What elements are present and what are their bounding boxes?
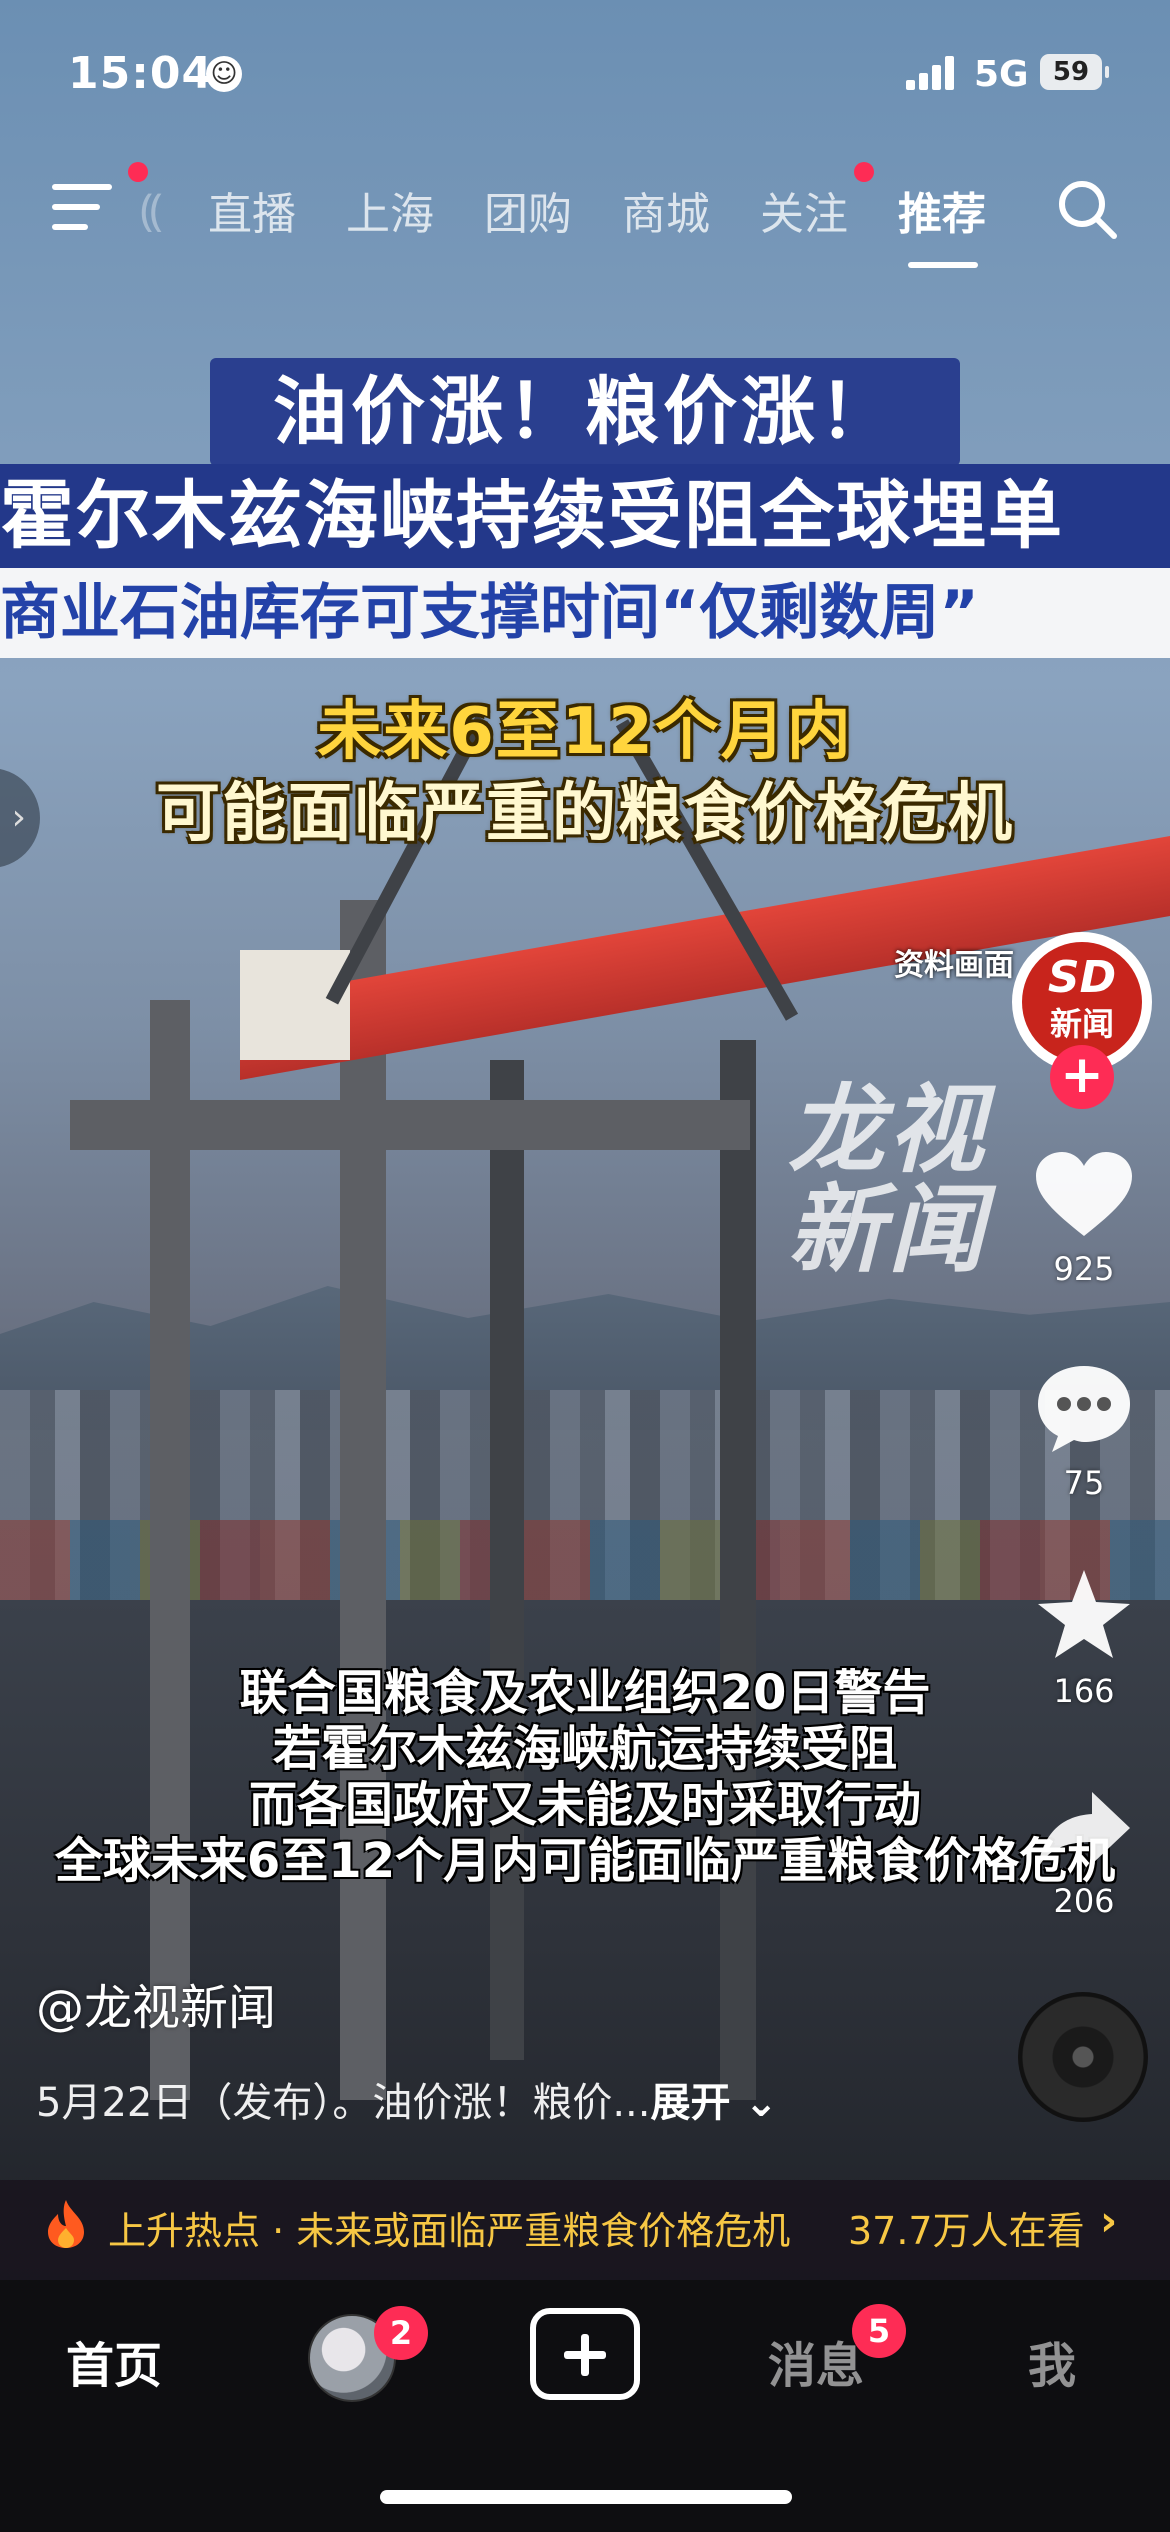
tab-partial-icon: ⸨	[140, 185, 163, 236]
share-arrow-icon	[1038, 1792, 1130, 1868]
channel-watermark: 龙视 新闻	[788, 1080, 988, 1280]
headline-banner-2: 霍尔木兹海峡持续受阻全球埋单	[0, 464, 1170, 568]
like-count: 925	[1053, 1250, 1115, 1288]
share-count: 206	[1053, 1882, 1115, 1920]
highlight-line-1: 未来6至12个月内	[317, 695, 853, 769]
expand-label: 展开	[650, 2080, 731, 2126]
network-type: 5G	[974, 54, 1029, 95]
like-button[interactable]: 925	[1020, 1150, 1148, 1288]
smiley-icon: ☺	[206, 56, 242, 92]
headline-banner-1: 油价涨！粮价涨！	[210, 358, 960, 466]
tab-mall[interactable]: 商城	[622, 178, 710, 242]
headline-1: 油价涨！粮价涨！	[273, 369, 897, 455]
tab-shanghai[interactable]: 上海	[346, 178, 434, 242]
avatar-logo-mark: SD	[1047, 952, 1117, 1003]
active-tab-indicator	[908, 262, 978, 268]
comment-button[interactable]: 75	[1020, 1362, 1148, 1502]
tab-live[interactable]: 直播	[208, 178, 296, 242]
search-icon[interactable]	[1056, 178, 1118, 240]
crane-leg	[150, 1000, 190, 2100]
chevron-right-icon[interactable]: ›	[1100, 2196, 1117, 2245]
favorite-count: 166	[1053, 1672, 1115, 1710]
video-player[interactable]	[0, 0, 1170, 2280]
tab-recommended[interactable]: 推荐	[898, 178, 986, 242]
subtitle-line: 而各国政府又未能及时采取行动	[248, 1777, 921, 1833]
tab-group-buy[interactable]: 团购	[484, 178, 572, 242]
watermark-line-1: 龙视	[788, 1074, 988, 1186]
headline-2: 霍尔木兹海峡持续受阻全球埋单	[0, 473, 1064, 559]
tab-following[interactable]: 关注	[760, 178, 848, 242]
crane-leg	[720, 1040, 756, 2100]
nav-messages[interactable]: 消息	[768, 2326, 864, 2396]
highlight-line-2: 可能面临严重的粮食价格危机	[156, 777, 1014, 851]
hot-topic-text[interactable]: 上升热点 · 未来或面临严重粮食价格危机	[108, 2200, 790, 2255]
status-time: 15:04	[68, 48, 214, 99]
nav-me[interactable]: 我	[1028, 2326, 1076, 2396]
subtitle-line: 联合国粮食及农业组织20日警告	[239, 1665, 931, 1721]
follow-plus-icon[interactable]: +	[1050, 1045, 1114, 1109]
flame-icon	[44, 2198, 88, 2250]
post-description: 5月22日（发布）。油价涨！粮价...展开 ⌄	[36, 2070, 778, 2128]
crane-leg	[490, 1060, 524, 2060]
music-disc-icon[interactable]	[1018, 1992, 1148, 2122]
signal-icon	[906, 56, 956, 90]
battery-icon: 59	[1040, 54, 1109, 90]
messages-badge: 5	[852, 2304, 906, 2358]
friends-badge: 2	[374, 2306, 428, 2360]
home-indicator[interactable]	[380, 2490, 792, 2504]
heart-icon	[1036, 1152, 1132, 1236]
create-post-plus-icon[interactable]	[530, 2308, 640, 2400]
headline-3: 商业石油库存可支撑时间“仅剩数周”	[0, 578, 979, 648]
subtitle-line: 全球未来6至12个月内可能面临严重粮食价格危机	[54, 1833, 1116, 1889]
crane-leg	[340, 900, 386, 2100]
share-button[interactable]: 206	[1020, 1788, 1148, 1920]
status-bar: 15:04 ☺ 5G 59	[0, 0, 1170, 150]
comment-count: 75	[1063, 1464, 1105, 1502]
favorite-button[interactable]: 166	[1020, 1566, 1148, 1710]
crane-cabin	[240, 950, 350, 1060]
watermark-line-2: 新闻	[788, 1174, 988, 1286]
following-notification-dot	[854, 162, 874, 182]
comment-icon	[1038, 1366, 1130, 1452]
source-tag: 资料画面	[894, 948, 1014, 983]
hot-topic-viewers: 37.7万人在看	[848, 2209, 1085, 2253]
avatar-label: 新闻	[1049, 1005, 1114, 1043]
menu-icon[interactable]	[52, 180, 114, 234]
star-icon	[1038, 1570, 1130, 1658]
subtitle-line: 若霍尔木兹海峡航运持续受阻	[272, 1721, 897, 1777]
crane-beam	[70, 1100, 750, 1150]
description-text: 5月22日（发布）。油价涨！粮价...	[36, 2080, 651, 2126]
nav-home[interactable]: 首页	[66, 2326, 162, 2396]
video-subtitles: 联合国粮食及农业组织20日警告 若霍尔木兹海峡航运持续受阻 而各国政府又未能及时…	[0, 1665, 1170, 1889]
headline-banner-3: 商业石油库存可支撑时间“仅剩数周”	[0, 568, 1170, 658]
author-name[interactable]: @龙视新闻	[36, 1968, 276, 2038]
expand-button[interactable]: 展开 ⌄	[651, 2080, 778, 2126]
